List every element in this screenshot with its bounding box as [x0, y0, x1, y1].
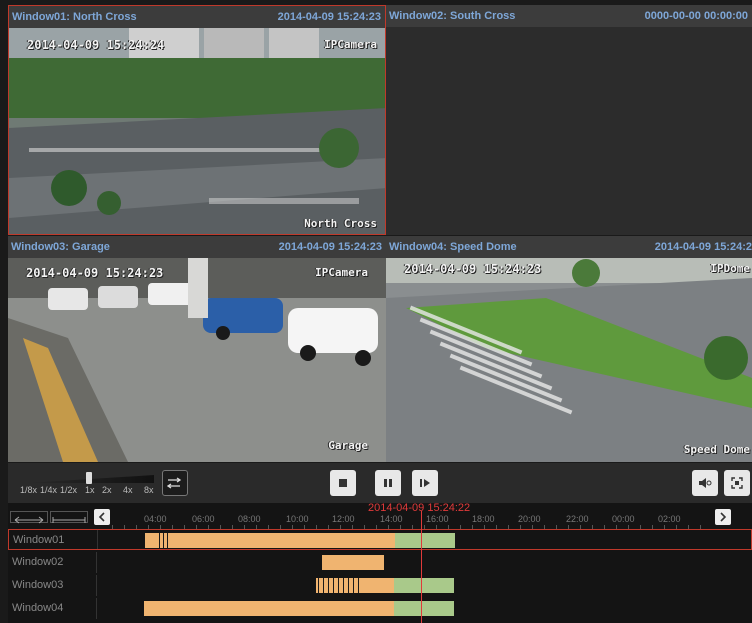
window-3-osd-time: 2014-04-09 15:24:23 [26, 266, 164, 280]
window-4-osd-time: 2014-04-09 15:24:23 [404, 262, 542, 276]
chevron-right-icon [720, 512, 727, 522]
row-label: Window04 [12, 602, 64, 614]
arrows-out-icon [14, 516, 44, 524]
record-segment-green [394, 601, 454, 616]
playback-timeline: 04:00 06:00 08:00 10:00 12:00 14:00 16:0… [8, 502, 752, 623]
pause-button[interactable] [375, 470, 401, 496]
speed-label-8x[interactable]: 8x [144, 485, 154, 495]
tick-label: 06:00 [192, 514, 215, 524]
window-3-osd-name: Garage [328, 439, 368, 452]
stop-button[interactable] [330, 470, 356, 496]
window-2-video [386, 27, 752, 235]
tick-label: 22:00 [566, 514, 589, 524]
window-1-title: Window01: North Cross [12, 11, 137, 23]
street-scene-image [9, 28, 385, 234]
garage-scene-image [8, 258, 386, 462]
speed-slider-handle[interactable] [86, 472, 92, 484]
timeline-row-window04[interactable]: Window04 [8, 598, 752, 619]
speaker-mute-icon [699, 478, 712, 488]
row-divider [96, 598, 97, 619]
video-window-4[interactable]: Window04: Speed Dome 2014-04-09 15:24:2 … [386, 236, 752, 462]
tick-label: 20:00 [518, 514, 541, 524]
record-segment-marks [159, 533, 169, 548]
window-3-title: Window03: Garage [11, 241, 110, 253]
fullscreen-icon [731, 477, 743, 489]
step-forward-icon [420, 479, 430, 487]
speed-label-1-8x[interactable]: 1/8x [20, 485, 37, 495]
row-label: Window02 [12, 556, 64, 568]
playhead-line[interactable] [421, 511, 422, 623]
row-label: Window03 [12, 579, 64, 591]
timeline-prev-button[interactable] [94, 509, 110, 525]
video-window-3[interactable]: Window03: Garage 2014-04-09 15:24:23 201… [8, 236, 386, 462]
sync-arrows-icon [167, 477, 182, 489]
window-1-osd-time: 2014-04-09 15:24:24 [27, 38, 165, 52]
record-segment-green [394, 578, 454, 593]
window-1-header: Window01: North Cross 2014-04-09 15:24:2… [9, 6, 385, 28]
window-4-title: Window04: Speed Dome [389, 241, 517, 253]
window-2-header: Window02: South Cross 0000-00-00 00:00:0… [386, 5, 752, 27]
row-divider [97, 530, 98, 549]
window-2-title: Window02: South Cross [389, 10, 516, 22]
volume-button[interactable] [692, 470, 718, 496]
record-segment [144, 601, 394, 616]
stop-icon [339, 479, 347, 487]
window-3-video: 2014-04-09 15:24:23 IPCamera Garage [8, 258, 386, 462]
timeline-row-window02[interactable]: Window02 [8, 552, 752, 573]
speed-dome-scene-image [386, 258, 752, 462]
record-segment-marks [318, 578, 363, 593]
tick-label: 00:00 [612, 514, 635, 524]
tick-label: 04:00 [144, 514, 167, 524]
window-4-video: 2014-04-09 15:24:23 IPDome Speed Dome [386, 258, 752, 462]
window-4-osd-label: IPDome [710, 262, 750, 275]
window-3-timestamp: 2014-04-09 15:24:23 [278, 241, 382, 253]
zoom-in-button[interactable] [50, 511, 88, 523]
playback-control-bar: 1/8x 1/4x 1/2x 1x 2x 4x 8x [8, 463, 752, 503]
timeline-row-window01[interactable]: Window01 [8, 529, 752, 550]
timeline-next-button[interactable] [715, 509, 731, 525]
record-segment [322, 555, 384, 570]
speed-label-1x[interactable]: 1x [85, 485, 95, 495]
tick-label: 02:00 [658, 514, 681, 524]
window-1-video: 2014-04-09 15:24:24 IPCamera North Cross [9, 28, 385, 234]
step-forward-button[interactable] [412, 470, 438, 496]
tick-label: 10:00 [286, 514, 309, 524]
tick-label: 18:00 [472, 514, 495, 524]
fullscreen-button[interactable] [724, 470, 750, 496]
speed-label-2x[interactable]: 2x [102, 485, 112, 495]
speed-slider[interactable] [26, 472, 154, 484]
speed-label-4x[interactable]: 4x [123, 485, 133, 495]
record-segment-green [395, 533, 455, 548]
speed-label-1-2x[interactable]: 1/2x [60, 485, 77, 495]
record-segment [145, 533, 395, 548]
arrows-in-icon [52, 517, 86, 523]
window-3-header: Window03: Garage 2014-04-09 15:24:23 [8, 236, 386, 258]
timeline-row-window03[interactable]: Window03 [8, 575, 752, 596]
sync-playback-button[interactable] [162, 470, 188, 496]
window-2-timestamp: 0000-00-00 00:00:00 [644, 10, 748, 22]
zoom-out-button[interactable] [10, 511, 48, 524]
speed-label-1-4x[interactable]: 1/4x [40, 485, 57, 495]
tick-label: 14:00 [380, 514, 403, 524]
window-1-timestamp: 2014-04-09 15:24:23 [277, 11, 381, 23]
row-label: Window01 [13, 534, 65, 546]
video-window-1[interactable]: Window01: North Cross 2014-04-09 15:24:2… [8, 5, 386, 235]
pause-icon [384, 479, 392, 487]
window-1-osd-name: North Cross [304, 217, 377, 230]
window-4-osd-name: Speed Dome [683, 443, 750, 456]
tick-label: 08:00 [238, 514, 261, 524]
window-3-osd-label: IPCamera [315, 266, 368, 279]
current-time-label: 2014-04-09 15:24:22 [368, 502, 471, 514]
row-divider [96, 552, 97, 573]
tick-label: 12:00 [332, 514, 355, 524]
chevron-left-icon [98, 512, 105, 522]
tick-label: 16:00 [426, 514, 449, 524]
window-1-osd-label: IPCamera [324, 38, 377, 51]
row-divider [96, 575, 97, 596]
window-4-timestamp: 2014-04-09 15:24:2 [654, 241, 752, 253]
video-window-2[interactable]: Window02: South Cross 0000-00-00 00:00:0… [386, 5, 752, 235]
window-4-header: Window04: Speed Dome 2014-04-09 15:24:2 [386, 236, 752, 258]
